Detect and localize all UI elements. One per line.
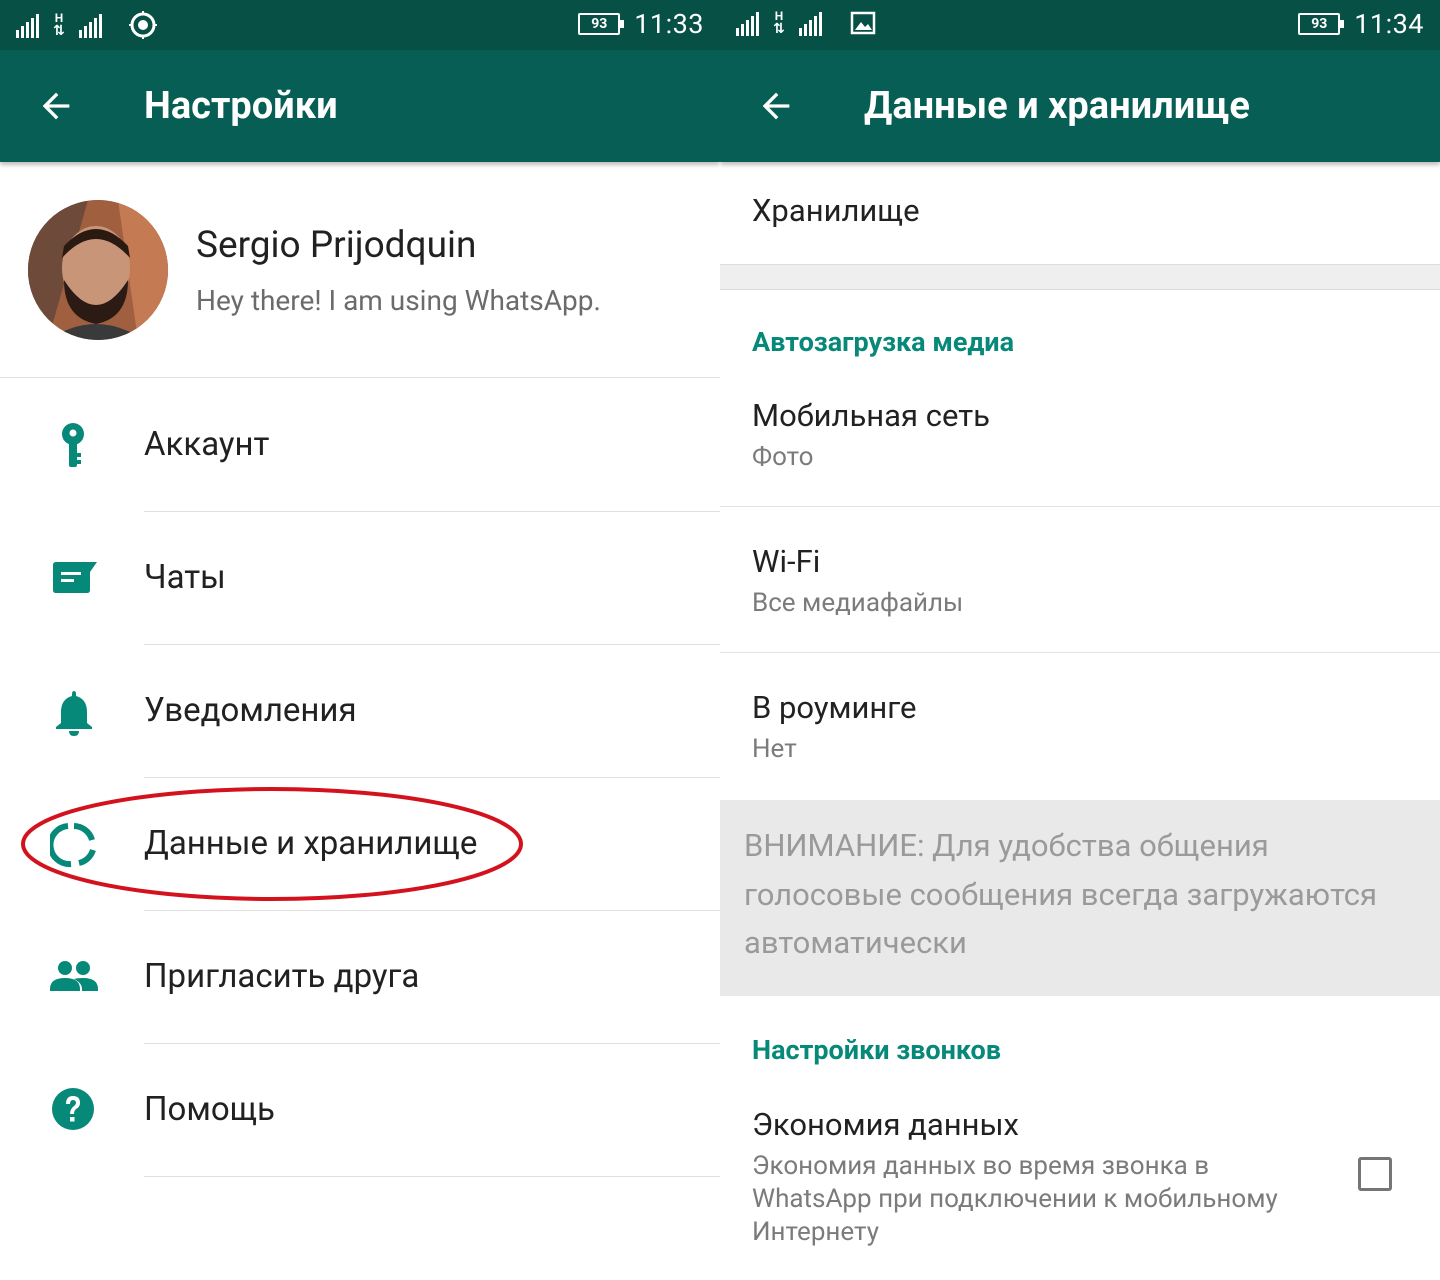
profile-card[interactable]: Sergio Prijodquin Hey there! I am using … (0, 162, 720, 378)
network-h-icon: H ⇅ (773, 9, 785, 37)
wifi-row[interactable]: Wi-Fi Все медиафайлы (720, 507, 1440, 653)
battery-icon: 93 (1298, 13, 1345, 35)
roaming-row[interactable]: В роуминге Нет (720, 653, 1440, 800)
note-text: ВНИМАНИЕ: Для удобства общения голосовые… (744, 827, 1378, 961)
network-h-icon: H ⇅ (53, 11, 65, 39)
status-bar: H ⇅ 93 11:34 (720, 0, 1440, 50)
chat-icon (53, 562, 97, 593)
arrow-back-icon (42, 92, 70, 120)
section-separator (720, 264, 1440, 290)
data-usage-icon (50, 823, 96, 868)
row-title: Экономия данных (752, 1106, 1019, 1143)
menu-item-label: Уведомления (144, 691, 357, 730)
menu-item-data-storage[interactable]: Данные и хранилище (0, 778, 720, 911)
menu-item-notifications[interactable]: Уведомления (0, 645, 720, 778)
storage-title: Хранилище (752, 192, 920, 229)
back-button[interactable] (756, 86, 796, 126)
app-bar: Настройки (0, 50, 720, 162)
avatar-photo-icon (28, 200, 168, 340)
back-button[interactable] (36, 86, 76, 126)
profile-name: Sergio Prijodquin (196, 224, 477, 267)
divider (144, 1176, 720, 1177)
data-saving-description: Экономия данных во время звонка в WhatsA… (752, 1151, 1278, 1247)
help-icon (52, 1088, 94, 1130)
row-value: Нет (752, 734, 797, 764)
menu-item-label: Пригласить друга (144, 957, 420, 996)
status-bar: H ⇅ 93 11:33 (0, 0, 720, 50)
row-title: В роуминге (752, 689, 917, 726)
image-notification-icon (850, 11, 876, 35)
signal-icon (16, 12, 39, 38)
menu-item-chats[interactable]: Чаты (0, 512, 720, 645)
menu-item-label: Помощь (144, 1090, 275, 1129)
menu-item-invite-friend[interactable]: Пригласить друга (0, 911, 720, 1044)
row-value: Все медиафайлы (752, 588, 964, 618)
menu-item-help[interactable]: Помощь (0, 1044, 720, 1177)
page-title: Настройки (144, 84, 338, 128)
signal-icon (736, 10, 759, 36)
data-and-storage-screen: H ⇅ 93 11:34 Данные и хранилище Хранилище… (720, 0, 1440, 1280)
clock: 11:34 (1354, 8, 1424, 40)
profile-status: Hey there! I am using WhatsApp. (196, 284, 601, 317)
voice-messages-note: ВНИМАНИЕ: Для удобства общения голосовые… (720, 800, 1440, 996)
page-title: Данные и хранилище (864, 84, 1250, 128)
app-bar: Данные и хранилище (720, 50, 1440, 162)
mobile-network-row[interactable]: Мобильная сеть Фото (720, 362, 1440, 507)
settings-screen: H ⇅ 93 11:33 Настройки Sergio Prijodquin… (0, 0, 720, 1280)
menu-item-label: Аккаунт (144, 425, 270, 464)
autodownload-header: Автозагрузка медиа (752, 326, 1015, 358)
bell-icon (56, 691, 92, 736)
signal-icon (799, 10, 822, 36)
battery-icon: 93 (578, 13, 625, 35)
key-icon (62, 423, 84, 467)
arrow-back-icon (762, 92, 790, 120)
row-title: Wi-Fi (752, 543, 821, 580)
menu-item-label: Чаты (144, 558, 226, 597)
people-icon (50, 961, 98, 991)
avatar[interactable] (28, 200, 168, 340)
row-value: Фото (752, 442, 814, 472)
menu-item-label: Данные и хранилище (144, 824, 478, 863)
signal-icon (79, 12, 102, 38)
row-title: Мобильная сеть (752, 397, 990, 434)
menu-item-account[interactable]: Аккаунт (0, 379, 720, 512)
calls-settings-header: Настройки звонков (752, 1034, 1002, 1066)
storage-row[interactable]: Хранилище (720, 162, 1440, 264)
clock: 11:33 (634, 8, 704, 40)
whatsapp-notification-icon (129, 11, 157, 39)
data-saving-checkbox[interactable] (1358, 1157, 1392, 1191)
